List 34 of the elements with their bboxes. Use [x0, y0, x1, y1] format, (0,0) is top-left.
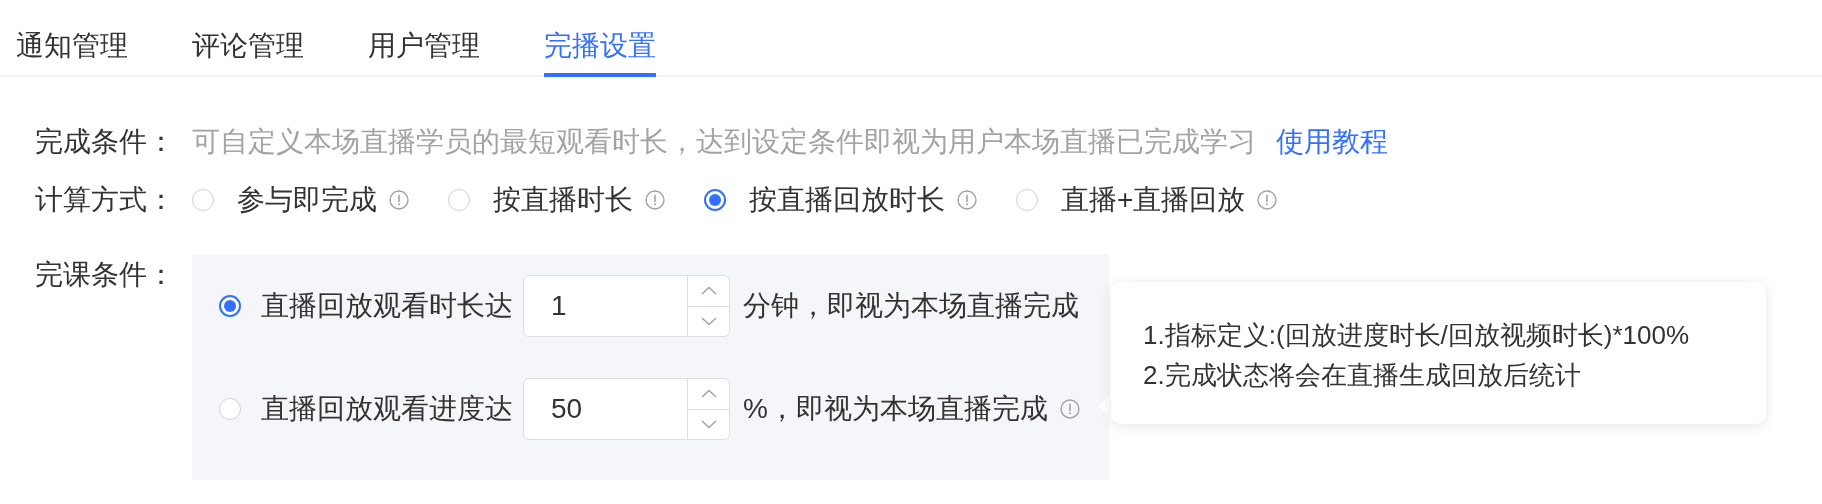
- tutorial-link[interactable]: 使用教程: [1276, 122, 1388, 162]
- info-icon: [1257, 190, 1278, 210]
- info-icon: [645, 190, 665, 210]
- option-label[interactable]: 直播回放观看进度达: [261, 389, 513, 429]
- option-label[interactable]: 按直播回放时长: [749, 180, 945, 220]
- field-label: 完课条件：: [35, 258, 176, 292]
- field-label: 完成条件：: [35, 125, 176, 159]
- tooltip-text: 1.指标定义:(回放进度时长/回放视频时长)*100%: [1143, 319, 1691, 352]
- info-icon: [957, 190, 977, 210]
- number-input[interactable]: 1: [524, 276, 687, 336]
- tab[interactable]: 用户管理: [368, 0, 480, 77]
- suffix-text: 分钟，即视为本场直播完成: [743, 289, 1079, 323]
- description-text: 可自定义本场直播学员的最短观看时长，达到设定条件即视为用户本场直播已完成学习: [192, 125, 1256, 159]
- tab[interactable]: 通知管理: [16, 0, 128, 77]
- number-input[interactable]: 50: [524, 379, 687, 439]
- chevron-down-icon: [700, 419, 717, 429]
- tab[interactable]: 评论管理: [192, 0, 304, 77]
- chevron-up-icon: [700, 389, 717, 399]
- radio-button[interactable]: [219, 295, 241, 317]
- option-label[interactable]: 直播+直播回放: [1061, 180, 1246, 220]
- number-field[interactable]: 1: [523, 275, 730, 337]
- radio-button[interactable]: [704, 189, 726, 211]
- option-label[interactable]: 直播回放观看时长达: [261, 286, 513, 326]
- chevron-down-icon: [700, 316, 717, 326]
- field-label: 计算方式：: [35, 183, 176, 217]
- option-label[interactable]: 按直播时长: [493, 180, 633, 220]
- tab[interactable]: 完播设置: [544, 0, 656, 77]
- option-label[interactable]: 参与即完成: [237, 180, 377, 220]
- info-icon: [1059, 399, 1080, 419]
- suffix-text: %，即视为本场直播完成: [743, 392, 1048, 426]
- number-field[interactable]: 50: [523, 378, 730, 440]
- chevron-up-icon: [700, 286, 717, 296]
- info-icon: [389, 190, 409, 210]
- tooltip-text: 2.完成状态将会在直播生成回放后统计: [1143, 359, 1582, 392]
